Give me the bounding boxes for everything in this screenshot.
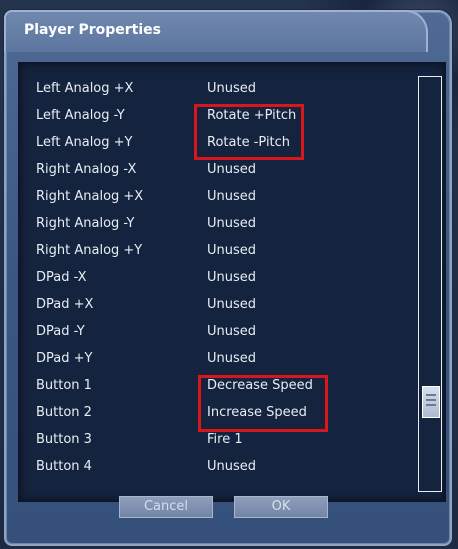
binding-value[interactable]: Unused xyxy=(207,184,256,210)
binding-value[interactable]: Unused xyxy=(207,238,256,264)
binding-key: DPad +X xyxy=(36,297,94,312)
ok-button[interactable]: OK xyxy=(234,496,328,518)
binding-key: Right Analog +X xyxy=(36,189,144,204)
binding-value[interactable]: Unused xyxy=(207,454,256,480)
binding-key: Right Analog +Y xyxy=(36,243,143,258)
binding-key: Button 1 xyxy=(36,378,92,393)
highlight-box-speed xyxy=(198,375,328,432)
binding-key: Button 3 xyxy=(36,432,92,447)
binding-row[interactable]: Left Analog +X Unused xyxy=(19,76,419,102)
binding-row[interactable]: DPad +Y Unused xyxy=(19,346,419,372)
binding-value[interactable]: Unused xyxy=(207,157,256,183)
grip-line xyxy=(426,394,436,396)
binding-row[interactable]: Right Analog -X Unused xyxy=(19,157,419,183)
binding-row[interactable]: DPad +X Unused xyxy=(19,292,419,318)
window-title: Player Properties xyxy=(24,22,161,38)
binding-row[interactable]: DPad -X Unused xyxy=(19,265,419,291)
scrollbar-thumb[interactable] xyxy=(422,386,440,418)
binding-row[interactable]: Button 4 Unused xyxy=(19,454,419,480)
binding-key: Left Analog +X xyxy=(36,81,134,96)
binding-value[interactable]: Unused xyxy=(207,292,256,318)
highlight-box-pitch xyxy=(194,104,304,160)
binding-key: Right Analog -X xyxy=(36,162,137,177)
binding-row[interactable]: Right Analog +X Unused xyxy=(19,184,419,210)
binding-key: DPad +Y xyxy=(36,351,93,366)
cancel-button[interactable]: Cancel xyxy=(119,496,213,518)
scrollbar-track[interactable] xyxy=(418,76,442,492)
binding-value[interactable]: Unused xyxy=(207,76,256,102)
binding-key: Button 4 xyxy=(36,459,92,474)
grip-line xyxy=(426,404,436,406)
binding-key: DPad -X xyxy=(36,270,87,285)
binding-value[interactable]: Unused xyxy=(207,211,256,237)
grip-line xyxy=(426,399,436,401)
binding-key: Left Analog -Y xyxy=(36,108,125,123)
binding-value[interactable]: Unused xyxy=(207,346,256,372)
binding-key: Button 2 xyxy=(36,405,92,420)
binding-row[interactable]: Right Analog -Y Unused xyxy=(19,211,419,237)
binding-value[interactable]: Unused xyxy=(207,319,256,345)
binding-key: DPad -Y xyxy=(36,324,85,339)
binding-row[interactable]: DPad -Y Unused xyxy=(19,319,419,345)
binding-value[interactable]: Unused xyxy=(207,265,256,291)
binding-key: Right Analog -Y xyxy=(36,216,135,231)
binding-row[interactable]: Right Analog +Y Unused xyxy=(19,238,419,264)
binding-key: Left Analog +Y xyxy=(36,135,133,150)
